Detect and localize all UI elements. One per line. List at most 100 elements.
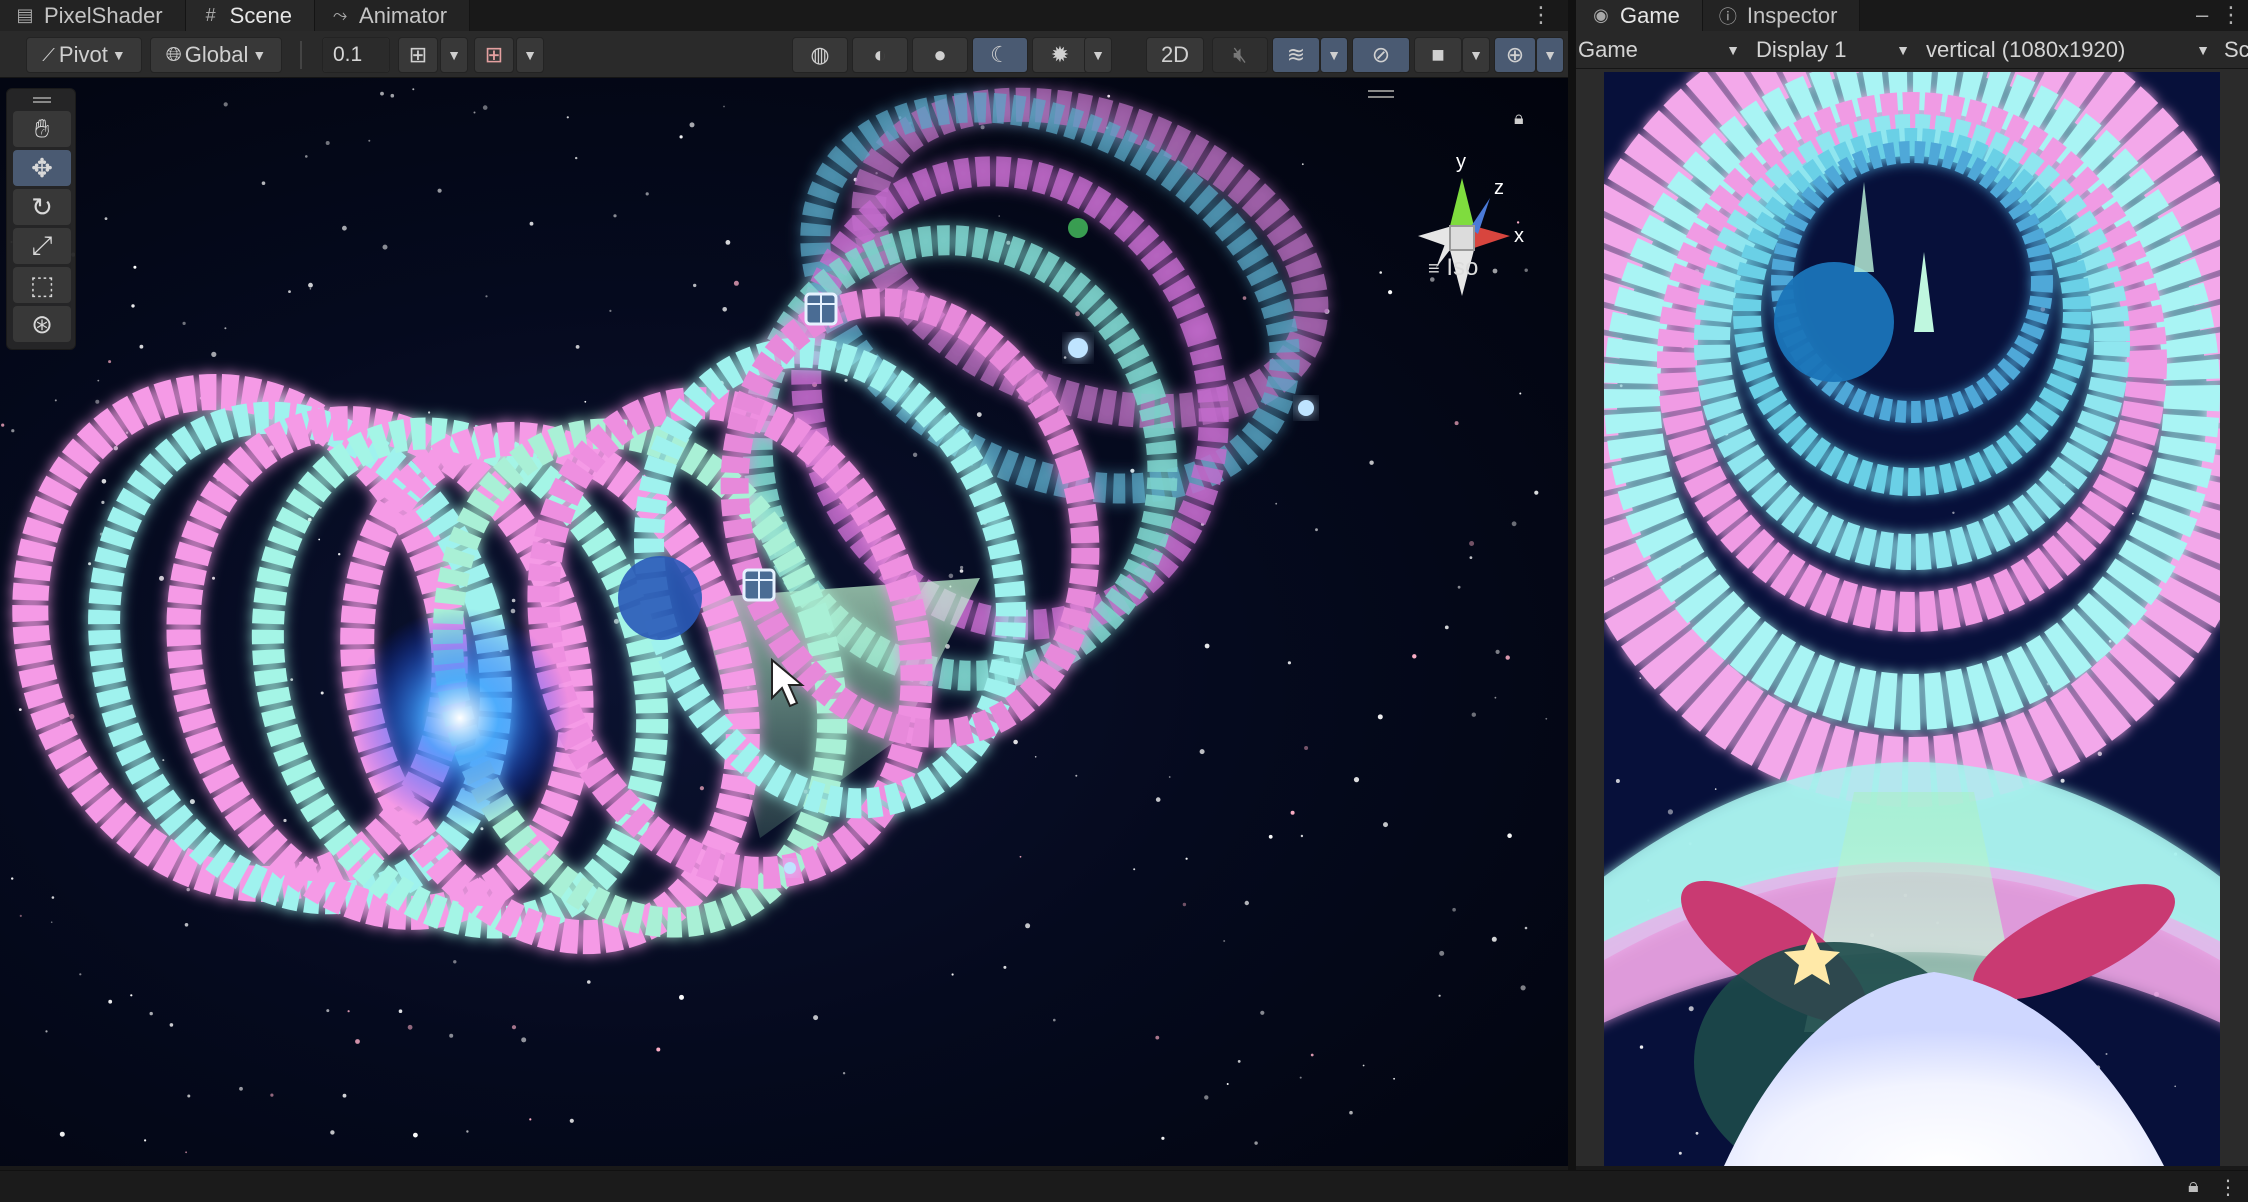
gizmos-toggle-button[interactable]: ⊕: [1494, 37, 1536, 73]
increment-snap-button[interactable]: ⊞: [474, 37, 514, 73]
star-dot: [575, 156, 578, 160]
star-dot: [1534, 490, 1539, 495]
star-dot: [1393, 1077, 1395, 1080]
star-dot: [959, 569, 964, 573]
star-dot: [480, 827, 484, 831]
prefab-cube-gizmo[interactable]: [742, 568, 776, 602]
mode-2d-toggle[interactable]: 2D: [1146, 37, 1204, 73]
star-dot: [239, 1086, 243, 1091]
debug-draw-mode-dropdown[interactable]: ▼: [1084, 37, 1112, 73]
gizmo-drag-handle-icon[interactable]: [1368, 90, 1394, 98]
chevron-down-icon: ▼: [252, 47, 267, 63]
tab-pixelshader[interactable]: ▤ PixelShader: [0, 0, 186, 31]
star-dot: [1952, 511, 1955, 514]
star-dot: [1034, 756, 1037, 758]
star-dot: [1019, 855, 1022, 858]
star-dot: [125, 431, 129, 434]
status-lock-icon[interactable]: 🔒︎: [2188, 1175, 2199, 1198]
tab-inspector[interactable]: ⓘ Inspector: [1702, 0, 1861, 31]
star-dot: [609, 309, 612, 312]
resolution-dropdown[interactable]: vertical (1080x1920) ▼: [1918, 31, 2218, 68]
star-dot: [980, 125, 985, 130]
gizmos-dropdown[interactable]: ▼: [1536, 37, 1564, 73]
display-label: Display 1: [1756, 36, 1847, 62]
tab-animator[interactable]: ⤳ Animator: [315, 0, 471, 31]
scene-camera-button[interactable]: ■: [1414, 37, 1462, 73]
star-dot: [1254, 1141, 1258, 1145]
scene-panel-menu-icon[interactable]: ⋮: [1530, 0, 1552, 30]
scale-slider-label[interactable]: Scal: [2218, 31, 2248, 68]
star-dot: [645, 192, 649, 196]
star-dot: [613, 618, 619, 624]
star-dot: [1667, 809, 1673, 815]
grid-snap-dropdown[interactable]: ▼: [440, 37, 468, 73]
game-panel-menu-icon[interactable]: ⋮: [2220, 0, 2242, 30]
tab-game[interactable]: ◉ Game: [1576, 0, 1703, 31]
pivot-dropdown[interactable]: ⟋ Pivot ▼: [26, 37, 142, 73]
info-icon: ⓘ: [1718, 6, 1737, 27]
star-dot: [1369, 460, 1374, 465]
hand-tool-button[interactable]: ✋︎: [13, 111, 71, 147]
game-viewport[interactable]: [1576, 69, 2248, 1166]
star-dot: [1290, 810, 1295, 815]
shaded-button[interactable]: ●: [912, 37, 968, 73]
shaded-wireframe-button[interactable]: ◐: [852, 37, 908, 73]
star-dot: [186, 887, 190, 892]
star-dot: [1383, 822, 1388, 828]
snap-increment-input[interactable]: [323, 38, 389, 72]
minimize-panel-icon[interactable]: –: [2196, 0, 2208, 30]
projection-toggle[interactable]: ≡ Iso: [1428, 254, 1478, 282]
effects-toggle-button[interactable]: ≋: [1272, 37, 1320, 73]
global-dropdown[interactable]: 🌐︎ Global ▼: [150, 37, 282, 73]
drag-handle-icon[interactable]: [33, 97, 51, 103]
chevron-down-icon: ▼: [2196, 41, 2210, 58]
star-dot: [1275, 502, 1278, 505]
star-dot: [1075, 311, 1080, 317]
snap-increment-field[interactable]: [322, 37, 390, 73]
scene-visibility-toggle[interactable]: ⊘: [1352, 37, 1410, 73]
star-dot: [1226, 1083, 1229, 1085]
star-dot: [1491, 936, 1497, 942]
rect-tool-button[interactable]: ⬚: [13, 267, 71, 303]
effects-dropdown[interactable]: ▼: [1320, 37, 1348, 73]
light-gizmo[interactable]: [1068, 218, 1088, 238]
star-dot: [1379, 271, 1382, 274]
display-dropdown[interactable]: Display 1 ▼: [1748, 31, 1918, 68]
tab-scene[interactable]: # Scene: [185, 0, 316, 31]
debug-draw-mode-button[interactable]: ✹: [1032, 37, 1088, 73]
rotate-tool-button[interactable]: ↻: [13, 189, 71, 225]
pivot-icon: ⟋: [42, 44, 55, 65]
star-dot: [1, 423, 5, 427]
scale-icon: ⤢: [31, 230, 53, 260]
star-dot: [1495, 649, 1500, 655]
star-dot: [382, 244, 388, 250]
lighting-toggle-button[interactable]: ☾: [972, 37, 1028, 73]
star-dot: [473, 111, 476, 114]
wireframe-shading-button[interactable]: ◍: [792, 37, 848, 73]
star-dot: [413, 1132, 418, 1138]
scene-camera-dropdown[interactable]: ▼: [1462, 37, 1490, 73]
panel-splitter[interactable]: [1568, 0, 1576, 1170]
star-dot: [261, 181, 266, 185]
star-dot: [511, 1025, 517, 1030]
lock-icon[interactable]: 🔒︎: [1514, 108, 1524, 129]
tab-game-label: Game: [1620, 2, 1680, 28]
star-dot: [733, 280, 739, 286]
move-tool-button[interactable]: ✥: [13, 150, 71, 186]
scale-tool-button[interactable]: ⤢: [13, 228, 71, 264]
increment-snap-icon: ⊞: [484, 42, 504, 67]
star-dot: [656, 1047, 661, 1052]
star-dot: [951, 973, 954, 976]
audio-toggle-button[interactable]: 🔇︎: [1212, 37, 1268, 73]
status-menu-icon[interactable]: ⋮: [2218, 1175, 2238, 1200]
prefab-cube-gizmo[interactable]: [804, 292, 838, 326]
game-view-dropdown[interactable]: Game ▼: [1576, 31, 1748, 68]
increment-snap-dropdown[interactable]: ▼: [516, 37, 544, 73]
scene-viewport[interactable]: y z x ✋︎ ✥ ↻ ⤢ ⬚ ⊛ 🔒︎ ≡ Iso: [0, 78, 1568, 1166]
grid-snap-button[interactable]: ⊞: [398, 37, 438, 73]
star-dot: [338, 553, 341, 556]
star-dot: [679, 994, 684, 1000]
star-dot: [288, 290, 291, 293]
transform-tool-button[interactable]: ⊛: [13, 306, 71, 342]
star-dot: [187, 1094, 191, 1098]
